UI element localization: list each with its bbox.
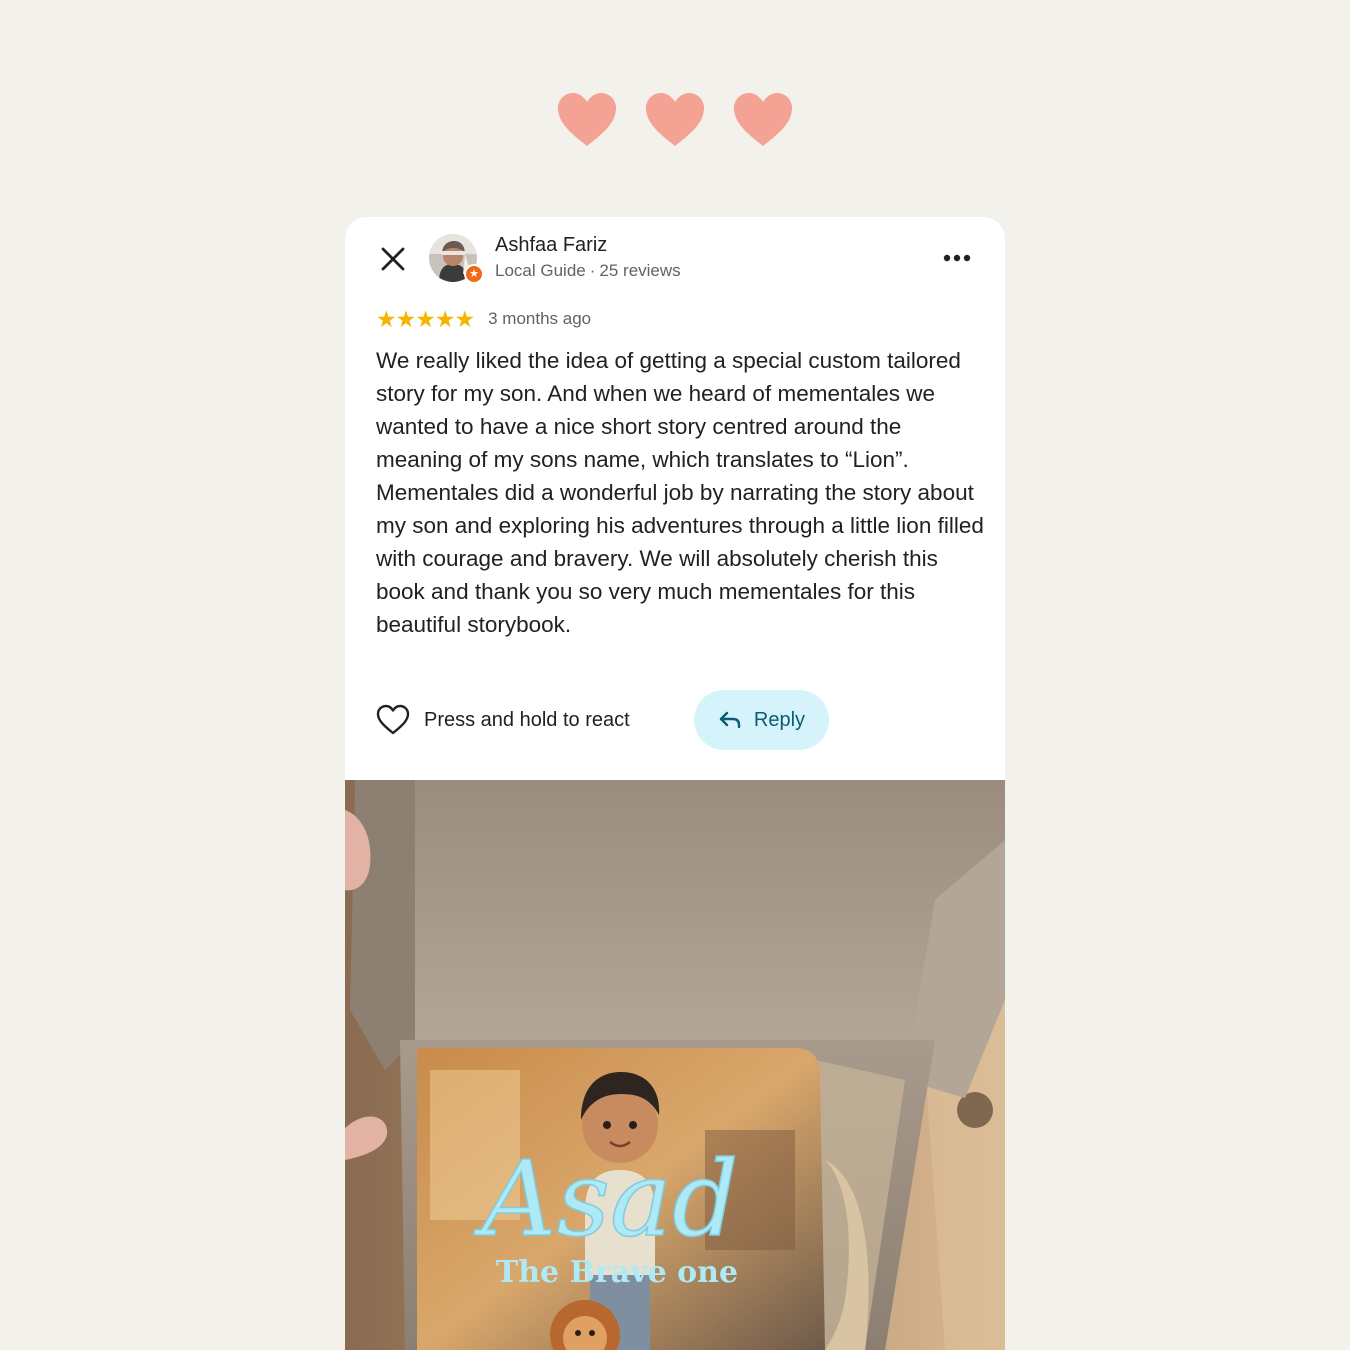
heart-icon <box>734 93 792 146</box>
react-label: Press and hold to react <box>424 708 630 731</box>
reply-button[interactable]: Reply <box>694 690 829 750</box>
book-title: Asad <box>473 1138 738 1260</box>
react-button[interactable]: Press and hold to react <box>376 704 630 736</box>
meta-separator: · <box>589 261 596 280</box>
author-name[interactable]: Ashfaa Fariz <box>495 234 607 257</box>
star-rating: ★★★★★ <box>376 305 475 332</box>
review-header: ★ Ashfaa Fariz Local Guide · 25 reviews <box>345 217 1005 297</box>
heart-icon <box>646 93 704 146</box>
hearts-decoration <box>0 92 1350 148</box>
author-role: Local Guide <box>495 261 586 280</box>
review-actions: Press and hold to react Reply <box>345 690 1005 750</box>
rating-row: ★★★★★ 3 months ago <box>376 307 591 331</box>
more-icon[interactable] <box>941 245 973 271</box>
local-guide-star-icon: ★ <box>464 264 484 284</box>
review-time: 3 months ago <box>488 309 592 328</box>
author-meta: Local Guide · 25 reviews <box>495 261 681 281</box>
heart-icon <box>558 93 616 146</box>
avatar[interactable]: ★ <box>429 234 484 284</box>
author-review-count: 25 reviews <box>599 261 681 280</box>
heart-outline-icon <box>376 704 410 735</box>
book-subtitle: The Brave one <box>496 1255 738 1290</box>
review-photo[interactable]: Asad The Brave one <box>345 780 1005 1350</box>
reply-arrow-icon <box>719 711 741 729</box>
review-text: We really liked the idea of getting a sp… <box>376 348 984 637</box>
reply-label: Reply <box>753 708 806 731</box>
close-icon[interactable] <box>379 245 407 273</box>
review-card: ★ Ashfaa Fariz Local Guide · 25 reviews ★★… <box>345 217 1005 1350</box>
